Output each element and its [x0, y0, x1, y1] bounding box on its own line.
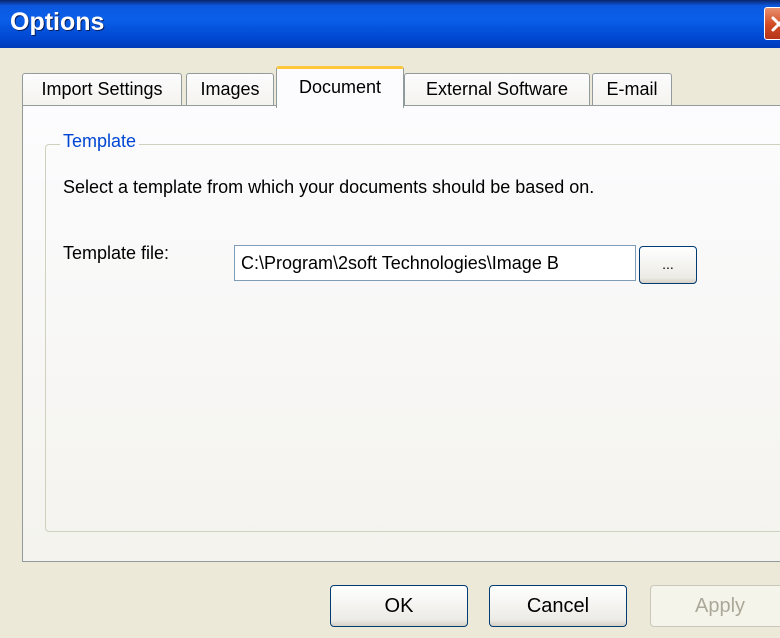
tab-import-settings[interactable]: Import Settings	[22, 73, 182, 106]
tab-document[interactable]: Document	[276, 66, 404, 108]
tab-email[interactable]: E-mail	[592, 73, 672, 106]
title-bar[interactable]: Options	[0, 0, 780, 48]
browse-button[interactable]: ...	[639, 246, 697, 284]
tab-images[interactable]: Images	[186, 73, 274, 106]
cancel-button[interactable]: Cancel	[489, 585, 627, 627]
tab-panel-document: Template Select a template from which yo…	[22, 105, 780, 562]
template-file-input[interactable]	[234, 245, 636, 281]
ok-button[interactable]: OK	[330, 585, 468, 627]
window-title: Options	[10, 8, 105, 36]
tab-external-software[interactable]: External Software	[404, 73, 590, 106]
template-group-label: Template	[60, 131, 140, 152]
template-description: Select a template from which your docume…	[63, 177, 595, 197]
apply-button[interactable]: Apply	[650, 585, 780, 627]
template-file-label: Template file:	[63, 243, 170, 263]
close-button[interactable]	[764, 7, 780, 40]
close-icon	[771, 16, 780, 31]
template-groupbox: Template	[45, 131, 780, 532]
